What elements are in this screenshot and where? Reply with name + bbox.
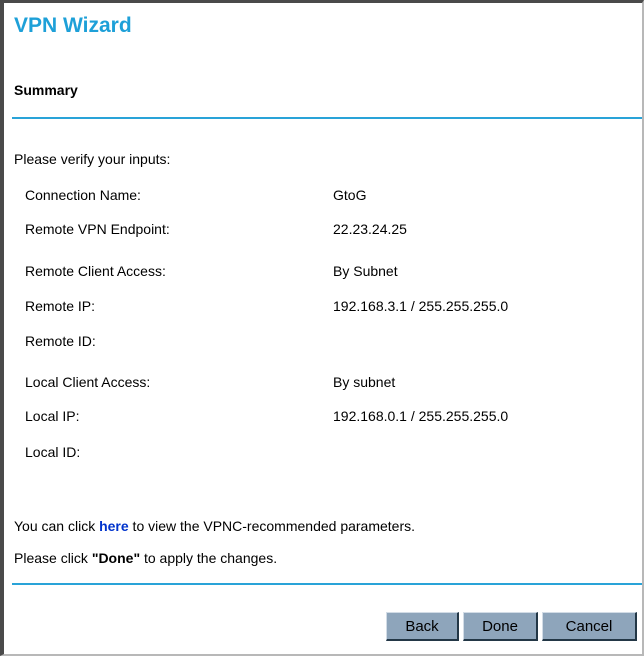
vpn-wizard-window: VPN Wizard Summary Please verify your in… bbox=[0, 0, 644, 656]
vpnc-parameters-note: You can click here to view the VPNC-reco… bbox=[14, 518, 415, 534]
done-prefix-text: Please click bbox=[14, 550, 92, 566]
remote-ip-value: 192.168.3.1 / 255.255.255.0 bbox=[333, 298, 509, 314]
local-client-access-label: Local Client Access: bbox=[25, 374, 151, 390]
here-link[interactable]: here bbox=[99, 518, 129, 534]
remote-vpn-endpoint-label: Remote VPN Endpoint: bbox=[25, 221, 170, 237]
remote-ip-label: Remote IP: bbox=[25, 298, 96, 314]
click-prefix-text: You can click bbox=[14, 518, 100, 534]
apply-changes-note: Please click "Done" to apply the changes… bbox=[14, 550, 277, 566]
bottom-divider bbox=[12, 583, 642, 585]
done-suffix-text: to apply the changes. bbox=[140, 550, 278, 566]
intro-text: Please verify your inputs: bbox=[14, 151, 171, 167]
done-emphasis-text: "Done" bbox=[91, 550, 141, 566]
click-suffix-text: to view the VPNC-recommended parameters. bbox=[128, 518, 416, 534]
remote-client-access-label: Remote Client Access: bbox=[25, 263, 166, 279]
local-ip-value: 192.168.0.1 / 255.255.255.0 bbox=[333, 408, 509, 424]
cancel-button[interactable]: Cancel bbox=[542, 612, 637, 641]
page-title: VPN Wizard bbox=[14, 14, 132, 37]
remote-vpn-endpoint-value: 22.23.24.25 bbox=[333, 221, 407, 237]
done-button[interactable]: Done bbox=[463, 612, 538, 641]
local-id-label: Local ID: bbox=[25, 444, 81, 460]
connection-name-label: Connection Name: bbox=[25, 187, 141, 203]
back-button[interactable]: Back bbox=[386, 612, 459, 641]
remote-id-label: Remote ID: bbox=[25, 333, 96, 349]
local-ip-label: Local IP: bbox=[25, 408, 80, 424]
top-divider bbox=[12, 117, 642, 119]
local-client-access-value: By subnet bbox=[333, 374, 396, 390]
connection-name-value: GtoG bbox=[333, 187, 367, 203]
section-heading: Summary bbox=[14, 82, 78, 98]
remote-client-access-value: By Subnet bbox=[333, 263, 398, 279]
